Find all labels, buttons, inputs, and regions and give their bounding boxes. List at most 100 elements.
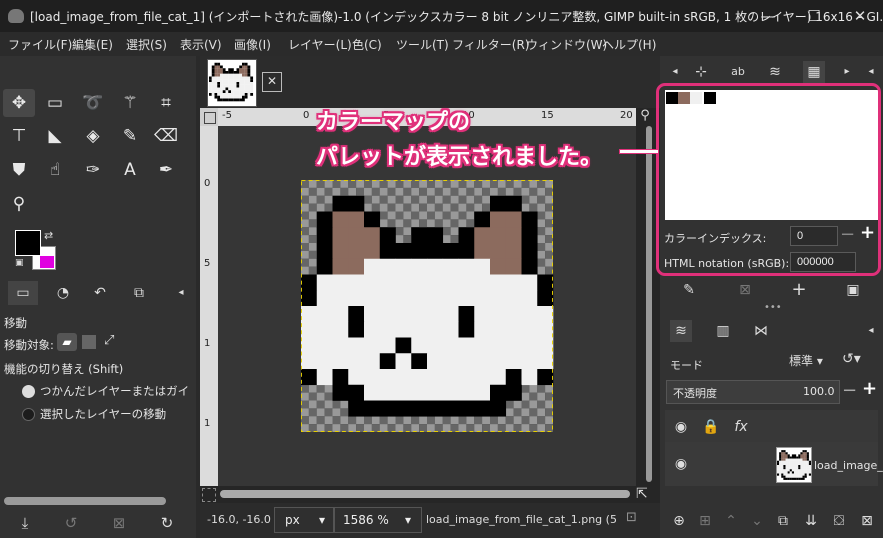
reset-mode-icon[interactable]: ↺▾ (842, 351, 861, 367)
scroll-left-icon[interactable]: ◂ (664, 61, 686, 83)
move-layer-icon[interactable]: ▰ (57, 333, 77, 351)
tab-undo-history[interactable]: ↶ (85, 281, 115, 305)
close-image-tab-icon[interactable]: ✕ (262, 72, 282, 92)
layers-tab-icon[interactable]: ≋ (670, 320, 692, 342)
warp-tool-icon[interactable]: ◣ (39, 122, 71, 150)
mode-dropdown[interactable]: 標準 ▾ (789, 352, 823, 369)
swap-colors-icon[interactable]: ⇄ (44, 229, 53, 242)
eye-icon[interactable]: ◉ (670, 416, 692, 438)
raise-layer-icon[interactable]: ⌃ (720, 510, 742, 532)
default-colors-icon[interactable]: ▣ (15, 258, 24, 268)
vruler-tick: 5 (204, 258, 211, 269)
move-tool-icon[interactable]: ✥ (3, 89, 35, 117)
menu-select[interactable]: 選択(S) (126, 36, 167, 53)
eraser-tool-icon[interactable]: ⌫ (150, 122, 182, 150)
delete-color-icon[interactable]: ⊠ (734, 279, 756, 301)
eye-icon[interactable]: ◉ (670, 453, 692, 475)
selection-from-color-icon[interactable]: ▣ (842, 279, 864, 301)
path-tool-icon[interactable]: ✑ (77, 156, 109, 184)
bucket-fill-tool-icon[interactable]: ◈ (77, 122, 109, 150)
vertical-scrollbar[interactable] (646, 126, 652, 482)
close-button[interactable]: ✕ (837, 0, 883, 32)
opacity-value: 100.0 (803, 385, 835, 398)
menu-filters[interactable]: フィルター(R) (452, 36, 529, 53)
transform-tool-icon[interactable]: ⊤ (3, 122, 35, 150)
effects-icon[interactable]: fx (730, 416, 752, 438)
menu-color[interactable]: 色(C) (352, 36, 382, 53)
menu-help[interactable]: ヘルプ(H) (602, 36, 656, 53)
fuzzy-select-tool-icon[interactable]: ⚚ (114, 89, 146, 117)
save-options-icon[interactable]: ⤓ (14, 512, 36, 534)
edit-color-icon[interactable]: ✎ (678, 279, 700, 301)
pointer-dock-icon[interactable]: ⊹ (690, 61, 712, 83)
menu-layer[interactable]: レイヤー(L) (288, 36, 352, 53)
reset-options-icon[interactable]: ↻ (156, 512, 178, 534)
zoom-tool-icon[interactable]: ⚲ (3, 190, 35, 218)
colormap-dock-icon[interactable]: ▦ (803, 61, 825, 83)
increment-icon[interactable]: + (862, 378, 877, 399)
foreground-color-swatch[interactable] (15, 230, 41, 256)
new-layer-group-icon[interactable]: ⊞ (694, 510, 716, 532)
lower-layer-icon[interactable]: ⌄ (746, 510, 768, 532)
image-tab-thumbnail[interactable] (207, 59, 257, 107)
radio-move-active[interactable] (22, 408, 35, 421)
zoom-dropdown[interactable]: 1586 % ▾ (334, 507, 422, 533)
decrement-icon[interactable]: − (842, 380, 857, 401)
text-tool-icon[interactable]: A (114, 156, 146, 184)
dock-menu-icon[interactable]: ◂ (860, 61, 882, 83)
clone-tool-icon[interactable]: ⛊ (3, 156, 35, 184)
rect-select-tool-icon[interactable]: ▭ (39, 89, 71, 117)
add-color-icon[interactable]: + (788, 279, 810, 301)
layers-dock-icon[interactable]: ≋ (764, 61, 786, 83)
delete-options-icon[interactable]: ⊠ (108, 512, 130, 534)
scroll-right-icon[interactable]: ▸ (836, 61, 858, 83)
anchor-layer-icon[interactable]: ⇊ (800, 510, 822, 532)
menu-file[interactable]: ファイル(F) (8, 36, 72, 53)
minimize-button[interactable]: — (745, 0, 791, 32)
cat-image-canvas[interactable] (300, 180, 554, 432)
paintbrush-tool-icon[interactable]: ✎ (114, 122, 146, 150)
dock-separator-handle[interactable]: ••• (764, 302, 782, 313)
gimp-logo-icon (8, 9, 24, 23)
cancel-operation-icon[interactable]: ⊡ (626, 510, 637, 525)
tab-images[interactable]: ⧉ (124, 281, 154, 305)
toggle-quick-mask-icon[interactable] (202, 488, 216, 502)
color-picker-tool-icon[interactable]: ✒ (150, 156, 182, 184)
horizontal-scrollbar[interactable] (220, 490, 630, 498)
menu-view[interactable]: 表示(V) (180, 36, 222, 53)
chevron-down-icon: ▾ (404, 513, 411, 527)
move-path-icon[interactable]: ⤢ (104, 333, 114, 348)
crop-tool-icon[interactable]: ⌗ (150, 89, 182, 117)
delete-layer-icon[interactable]: ⊠ (856, 510, 878, 532)
navigate-icon[interactable]: ⇱ (636, 486, 648, 502)
opacity-slider[interactable]: 不透明度 100.0 (666, 380, 840, 404)
duplicate-layer-icon[interactable]: ⧉ (772, 510, 794, 532)
tool-options-scrollbar[interactable] (4, 497, 166, 505)
channels-tab-icon[interactable]: ▥ (712, 320, 734, 342)
mask-layer-icon[interactable]: ⛋ (828, 510, 850, 532)
panel-menu-icon[interactable]: ◂ (166, 281, 196, 305)
smudge-tool-icon[interactable]: ☝ (39, 156, 71, 184)
zoom-on-resize-icon[interactable]: ⚲ (636, 108, 654, 126)
fonts-dock-icon[interactable]: ab (727, 61, 749, 83)
lasso-tool-icon[interactable]: ➰ (77, 89, 109, 117)
tab-device-status[interactable]: ◔ (48, 281, 78, 305)
menu-windows[interactable]: ウィンドウ(W) (526, 36, 607, 53)
menu-image[interactable]: 画像(I) (234, 36, 271, 53)
quick-mask-toggle[interactable] (200, 108, 218, 126)
layers-menu-icon[interactable]: ◂ (860, 320, 882, 342)
layer-name[interactable]: load_image_ (814, 459, 883, 472)
palette-highlight-frame (656, 83, 881, 276)
radio-pick-layer[interactable] (22, 385, 35, 398)
paths-tab-icon[interactable]: ⋈ (750, 320, 772, 342)
restore-options-icon[interactable]: ↺ (60, 512, 82, 534)
layer-thumbnail (776, 447, 812, 483)
unit-dropdown[interactable]: px ▾ (274, 507, 334, 533)
menu-tools[interactable]: ツール(T) (396, 36, 449, 53)
new-layer-icon[interactable]: ⊕ (668, 510, 690, 532)
maximize-button[interactable]: ☐ (791, 0, 837, 32)
tab-tool-options[interactable]: ▭ (8, 281, 38, 305)
lock-icon[interactable]: 🔒 (700, 416, 722, 438)
menu-edit[interactable]: 編集(E) (72, 36, 113, 53)
move-selection-icon[interactable] (82, 335, 96, 349)
